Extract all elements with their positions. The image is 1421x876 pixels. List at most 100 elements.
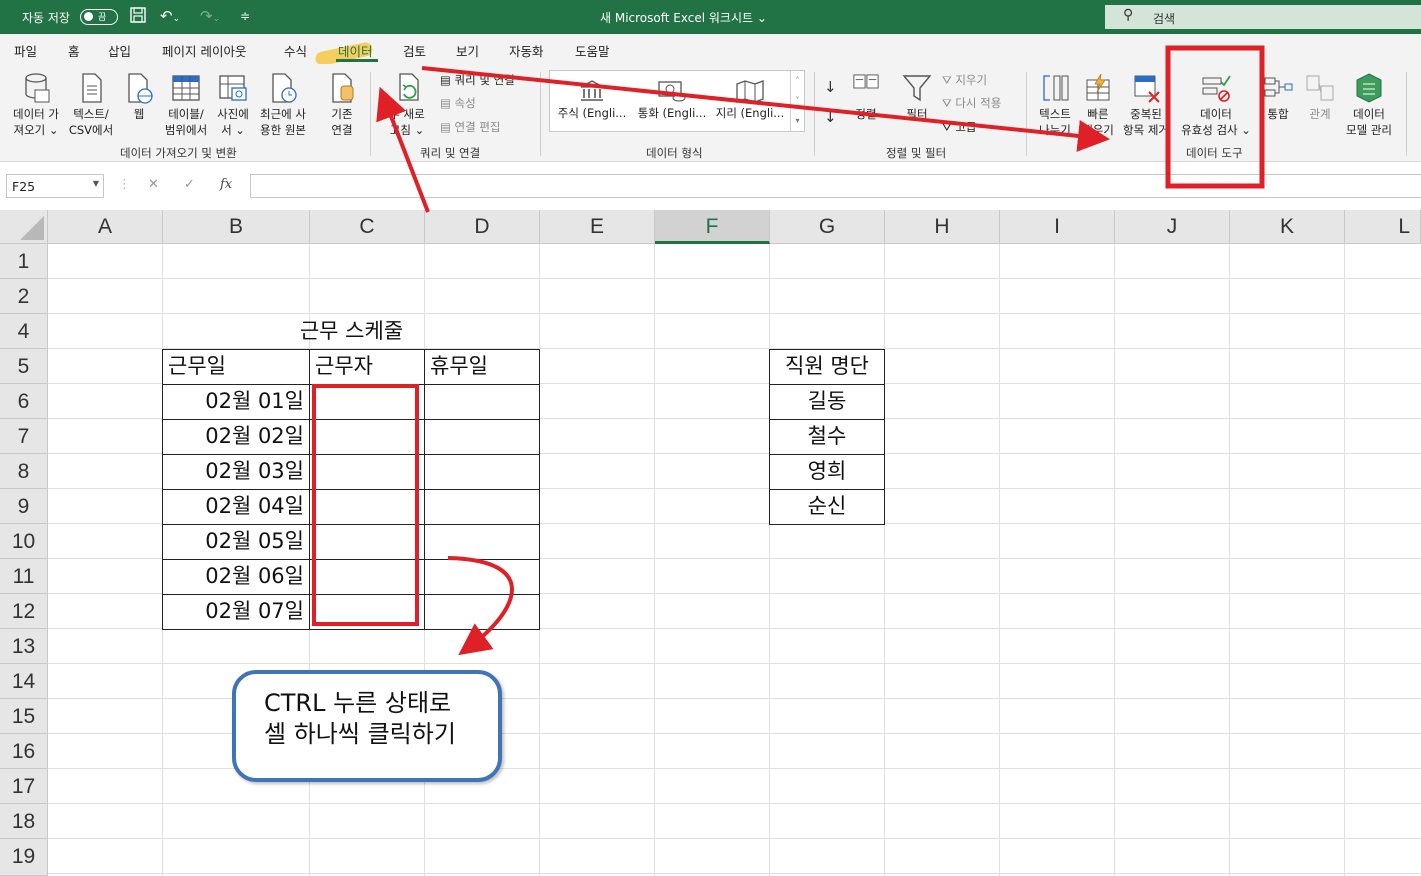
row-header[interactable]: 19 bbox=[0, 839, 48, 876]
date-cell[interactable]: 02월 06일 bbox=[162, 559, 310, 595]
remove-duplicates-button[interactable]: 중복된 항목 제거 bbox=[1120, 72, 1172, 138]
row-header[interactable]: 18 bbox=[0, 804, 48, 839]
dayoff-cell[interactable] bbox=[424, 559, 540, 595]
row-header[interactable]: 9 bbox=[0, 489, 48, 524]
undo-icon[interactable]: ↶⌄ bbox=[160, 7, 180, 25]
manage-data-model-button[interactable]: 데이터 모델 관리 bbox=[1340, 72, 1398, 138]
date-cell[interactable]: 02월 04일 bbox=[162, 489, 310, 525]
stocks-button[interactable]: 주식 (Engli... bbox=[554, 79, 630, 121]
queries-connections-button[interactable]: ▤ 쿼리 및 연결 bbox=[440, 72, 515, 88]
tab-view[interactable]: 보기 bbox=[456, 41, 479, 60]
column-header[interactable]: D bbox=[425, 210, 540, 244]
sort-desc-icon[interactable]: ↓ bbox=[824, 108, 837, 126]
save-icon[interactable] bbox=[130, 7, 146, 27]
row-header[interactable]: 6 bbox=[0, 384, 48, 419]
dayoff-cell[interactable] bbox=[424, 524, 540, 560]
staff-cell[interactable]: 순신 bbox=[769, 489, 885, 525]
worker-cell[interactable] bbox=[309, 524, 425, 560]
worker-cell[interactable] bbox=[309, 559, 425, 595]
tab-review[interactable]: 검토 bbox=[403, 41, 426, 60]
column-header[interactable]: E bbox=[540, 210, 655, 244]
column-header[interactable]: J bbox=[1115, 210, 1230, 244]
currency-button[interactable]: 통화 (Engli... bbox=[634, 79, 710, 121]
insert-function-icon[interactable]: fx bbox=[220, 177, 232, 192]
document-title[interactable]: 새 Microsoft Excel 워크시트 ⌄ bbox=[600, 9, 767, 26]
chevron-down-icon[interactable]: ▼ bbox=[93, 179, 99, 188]
reapply-button[interactable]: ⛛ 다시 적용 bbox=[942, 95, 1001, 111]
worksheet-grid[interactable]: A B C D E F G H I J K L 1 2 4 5 6 7 8 9 … bbox=[0, 210, 1421, 876]
sort-button[interactable]: 정렬 bbox=[846, 72, 886, 122]
gallery-scroll[interactable]: ˄ ˅ ▾ bbox=[790, 71, 804, 131]
date-cell[interactable]: 02월 01일 bbox=[162, 384, 310, 420]
from-text-csv-button[interactable]: 텍스트/CSV에서 bbox=[66, 72, 116, 138]
from-table-range-button[interactable]: 테이블/범위에서 bbox=[160, 72, 212, 138]
row-header[interactable]: 5 bbox=[0, 349, 48, 384]
from-web-button[interactable]: 웹 bbox=[122, 72, 156, 122]
filter-button[interactable]: 필터 bbox=[898, 72, 936, 122]
staff-cell[interactable]: 길동 bbox=[769, 384, 885, 420]
data-validation-button[interactable]: 데이터 유효성 검사 ⌄ bbox=[1176, 72, 1256, 138]
select-all-button[interactable] bbox=[0, 210, 48, 244]
column-header[interactable]: G bbox=[770, 210, 885, 244]
date-cell[interactable]: 02월 02일 bbox=[162, 419, 310, 455]
sort-asc-icon[interactable]: ↓ bbox=[824, 78, 837, 96]
name-box[interactable]: F25 ▼ bbox=[6, 174, 104, 198]
geography-button[interactable]: 지리 (Engli... bbox=[712, 79, 788, 121]
header-cell[interactable]: 근무일 bbox=[162, 349, 310, 385]
row-header[interactable]: 10 bbox=[0, 524, 48, 559]
tab-formulas[interactable]: 수식 bbox=[284, 41, 307, 60]
column-header[interactable]: C bbox=[310, 210, 425, 244]
tab-file[interactable]: 파일 bbox=[14, 41, 37, 60]
staff-cell[interactable]: 영희 bbox=[769, 454, 885, 490]
worker-cell[interactable] bbox=[309, 454, 425, 490]
row-header[interactable]: 2 bbox=[0, 279, 48, 314]
column-header[interactable]: A bbox=[48, 210, 163, 244]
column-header-selected[interactable]: F bbox=[655, 210, 770, 244]
cancel-icon[interactable]: ✕ bbox=[148, 177, 159, 192]
dayoff-cell[interactable] bbox=[424, 454, 540, 490]
edit-links-button[interactable]: ▤ 연결 편집 bbox=[440, 119, 501, 135]
row-header[interactable]: 14 bbox=[0, 664, 48, 699]
worker-cell[interactable] bbox=[309, 419, 425, 455]
recent-sources-button[interactable]: 최근에 사 용한 원본 bbox=[255, 72, 311, 138]
get-data-button[interactable]: 데이터 가 져오기 ⌄ bbox=[8, 72, 64, 138]
redo-icon[interactable]: ↷⌄ bbox=[200, 7, 220, 25]
row-header[interactable]: 1 bbox=[0, 244, 48, 279]
schedule-title[interactable]: 근무 스케줄 bbox=[163, 314, 540, 348]
date-cell[interactable]: 02월 05일 bbox=[162, 524, 310, 560]
header-cell[interactable]: 휴무일 bbox=[424, 349, 540, 385]
enter-icon[interactable]: ✓ bbox=[184, 177, 195, 192]
formula-input[interactable] bbox=[250, 174, 1421, 198]
header-cell[interactable]: 근무자 bbox=[309, 349, 425, 385]
column-header[interactable]: I bbox=[1000, 210, 1115, 244]
row-header[interactable]: 17 bbox=[0, 769, 48, 804]
dayoff-cell[interactable] bbox=[424, 384, 540, 420]
customize-qat-icon[interactable]: ≑ bbox=[240, 9, 250, 23]
existing-connections-button[interactable]: 기존 연결 bbox=[322, 72, 362, 138]
row-header[interactable]: 11 bbox=[0, 559, 48, 594]
row-header[interactable]: 8 bbox=[0, 454, 48, 489]
date-cell[interactable]: 02월 07일 bbox=[162, 594, 310, 630]
tab-automate[interactable]: 자동화 bbox=[509, 41, 544, 60]
worker-cell[interactable] bbox=[309, 384, 425, 420]
column-header[interactable]: H bbox=[885, 210, 1000, 244]
autosave-toggle[interactable]: 끔 bbox=[80, 9, 118, 25]
clear-filter-button[interactable]: ⛛ 지우기 bbox=[942, 72, 987, 88]
flash-fill-button[interactable]: 빠른 채우기 bbox=[1078, 72, 1118, 138]
worker-cell[interactable] bbox=[309, 594, 425, 630]
dayoff-cell[interactable] bbox=[424, 489, 540, 525]
consolidate-button[interactable]: 통합 bbox=[1260, 72, 1296, 122]
column-header[interactable]: B bbox=[163, 210, 310, 244]
row-header[interactable]: 15 bbox=[0, 699, 48, 734]
relationships-button[interactable]: 관계 bbox=[1302, 72, 1338, 122]
staff-cell[interactable]: 철수 bbox=[769, 419, 885, 455]
properties-button[interactable]: ▤ 속성 bbox=[440, 95, 476, 111]
dayoff-cell[interactable] bbox=[424, 419, 540, 455]
worker-cell[interactable] bbox=[309, 489, 425, 525]
row-header[interactable]: 13 bbox=[0, 629, 48, 664]
tab-layout[interactable]: 페이지 레이아웃 bbox=[162, 41, 246, 60]
date-cell[interactable]: 02월 03일 bbox=[162, 454, 310, 490]
tab-data[interactable]: 데이터 bbox=[338, 41, 373, 60]
staff-header-cell[interactable]: 직원 명단 bbox=[769, 349, 885, 385]
tab-home[interactable]: 홈 bbox=[68, 41, 80, 60]
